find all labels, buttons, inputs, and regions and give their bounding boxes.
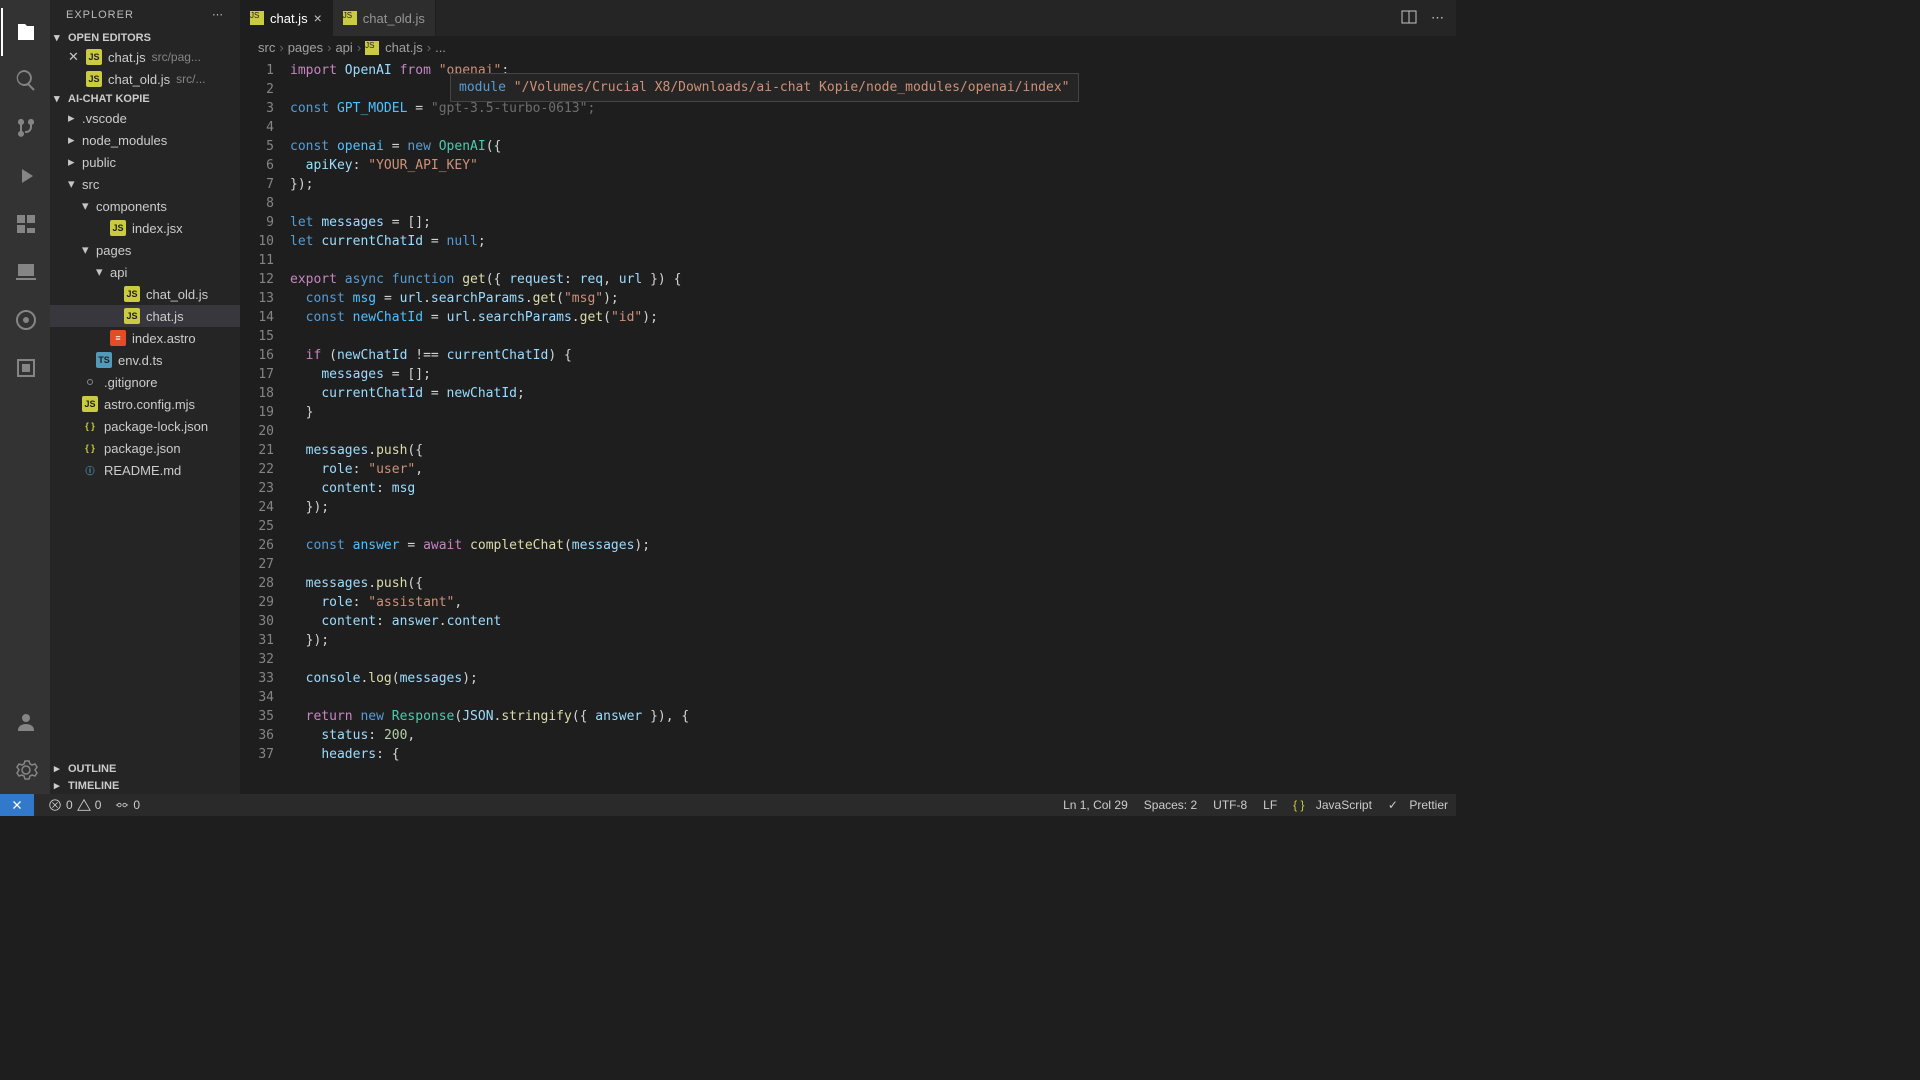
open-editor-item[interactable]: ✕ JS chat.js src/pag...: [50, 46, 240, 68]
open-editor-item[interactable]: JS chat_old.js src/...: [50, 68, 240, 90]
file-item[interactable]: ⓘREADME.md: [50, 459, 240, 481]
file-item[interactable]: JSchat.js: [50, 305, 240, 327]
statusbar: 0 0 0 Ln 1, Col 29 Spaces: 2 UTF-8 LF { …: [0, 794, 1456, 816]
ports-button[interactable]: 0: [115, 798, 140, 812]
hover-tooltip: module "/Volumes/Crucial X8/Downloads/ai…: [450, 73, 1079, 102]
eol[interactable]: LF: [1263, 798, 1277, 812]
cursor-position[interactable]: Ln 1, Col 29: [1063, 798, 1128, 812]
editor-tabs: JS chat.js × JS chat_old.js ⋯: [240, 0, 1456, 36]
tab-chat-js[interactable]: JS chat.js ×: [240, 0, 333, 36]
misc-icon[interactable]: [1, 296, 49, 344]
sidebar-title: EXPLORER ⋯: [50, 0, 240, 29]
settings-icon[interactable]: [1, 746, 49, 794]
extensions-icon[interactable]: [1, 200, 49, 248]
close-icon[interactable]: ✕: [68, 49, 82, 65]
remote-icon[interactable]: [1, 248, 49, 296]
activity-bar: [0, 0, 50, 794]
run-debug-icon[interactable]: [1, 152, 49, 200]
tab-chat-old-js[interactable]: JS chat_old.js: [333, 0, 436, 36]
file-item[interactable]: .gitignore: [50, 371, 240, 393]
file-item[interactable]: JSastro.config.mjs: [50, 393, 240, 415]
folder-item[interactable]: ▸node_modules: [50, 129, 240, 151]
timeline-header[interactable]: ▸ TIMELINE: [50, 777, 240, 794]
folder-item[interactable]: ▸.vscode: [50, 107, 240, 129]
folder-item[interactable]: ▾api: [50, 261, 240, 283]
square-icon[interactable]: [1, 344, 49, 392]
problems-button[interactable]: 0 0: [48, 798, 101, 812]
search-icon[interactable]: [1, 56, 49, 104]
language-mode[interactable]: { } JavaScript: [1293, 798, 1372, 812]
folder-item[interactable]: ▸public: [50, 151, 240, 173]
split-editor-icon[interactable]: [1401, 9, 1417, 28]
remote-button[interactable]: [0, 794, 34, 816]
editor-area: JS chat.js × JS chat_old.js ⋯ src› pages…: [240, 0, 1456, 794]
more-icon[interactable]: ⋯: [212, 8, 224, 21]
open-editors-header[interactable]: ▾ OPEN EDITORS: [50, 29, 240, 46]
accounts-icon[interactable]: [1, 698, 49, 746]
prettier-button[interactable]: ✓ Prettier: [1388, 798, 1448, 812]
file-item[interactable]: JSchat_old.js: [50, 283, 240, 305]
folder-item[interactable]: ▾src: [50, 173, 240, 195]
folder-item[interactable]: ▾components: [50, 195, 240, 217]
source-control-icon[interactable]: [1, 104, 49, 152]
folder-item[interactable]: ▾pages: [50, 239, 240, 261]
encoding[interactable]: UTF-8: [1213, 798, 1247, 812]
close-icon[interactable]: ×: [314, 11, 322, 25]
sidebar: EXPLORER ⋯ ▾ OPEN EDITORS ✕ JS chat.js s…: [50, 0, 240, 794]
file-item[interactable]: JSindex.jsx: [50, 217, 240, 239]
project-header[interactable]: ▾ AI-CHAT KOPIE: [50, 90, 240, 107]
explorer-icon[interactable]: [1, 8, 49, 56]
file-item[interactable]: ≡index.astro: [50, 327, 240, 349]
more-icon[interactable]: ⋯: [1431, 10, 1444, 26]
file-item[interactable]: TSenv.d.ts: [50, 349, 240, 371]
outline-header[interactable]: ▸ OUTLINE: [50, 760, 240, 777]
indentation[interactable]: Spaces: 2: [1144, 798, 1197, 812]
file-item[interactable]: { }package-lock.json: [50, 415, 240, 437]
file-item[interactable]: { }package.json: [50, 437, 240, 459]
code-editor[interactable]: 1234567891011121314151617181920212223242…: [240, 59, 1456, 794]
breadcrumb[interactable]: src› pages› api› JSchat.js› ...: [240, 36, 1456, 59]
